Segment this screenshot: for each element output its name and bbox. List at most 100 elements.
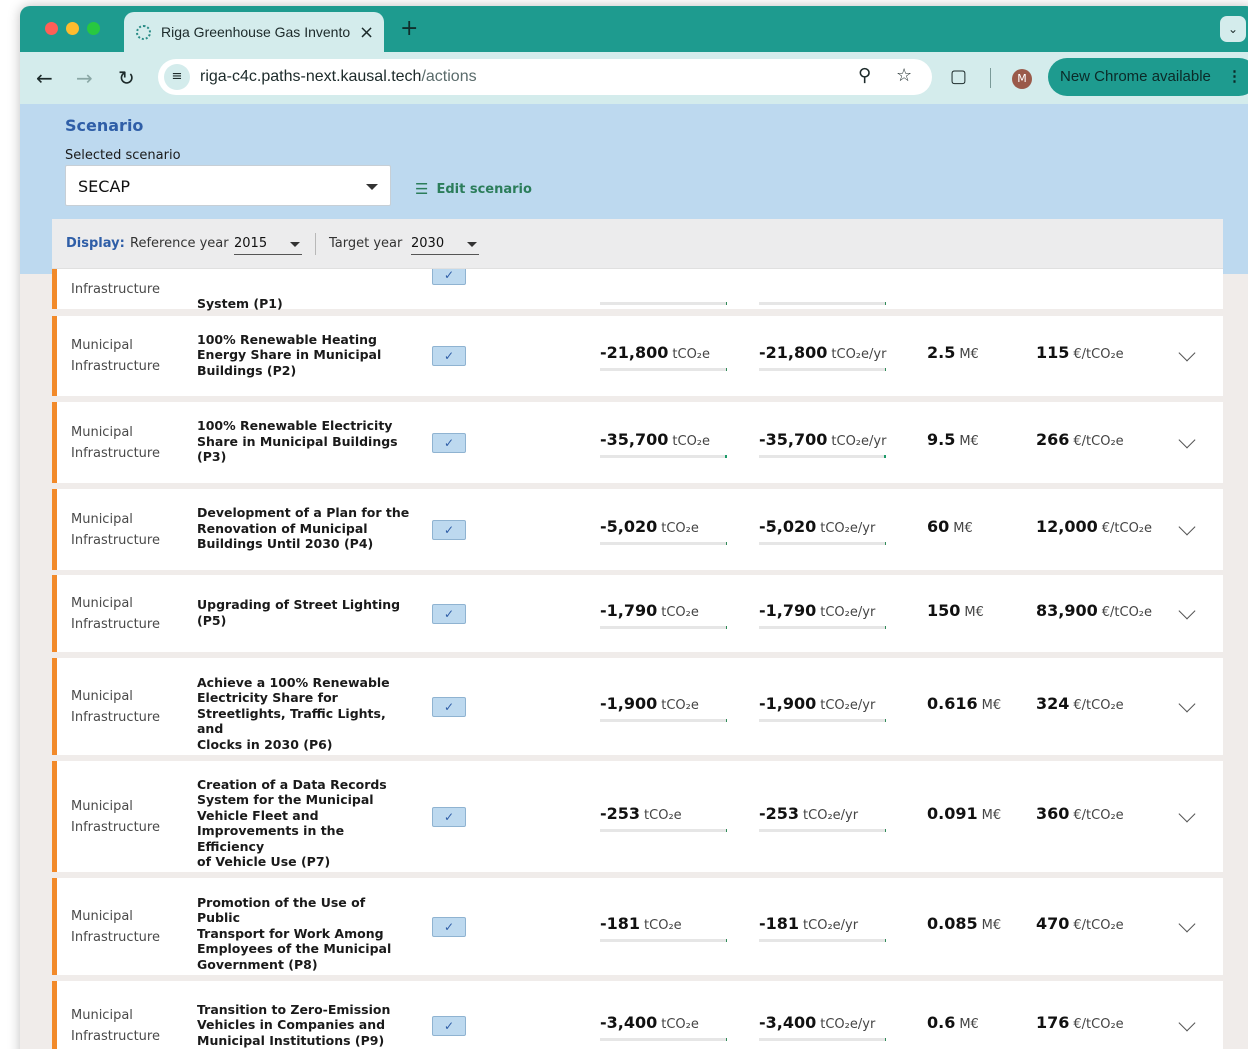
target-year-label: Target year — [329, 236, 403, 251]
action-name[interactable]: Upgrading of Street Lighting (P5) — [197, 597, 412, 628]
action-name[interactable]: 100% Renewable Heating Energy Share in Mu… — [197, 332, 412, 379]
action-enabled-checkbox[interactable]: ✓ — [432, 519, 466, 540]
zoom-window-button[interactable] — [87, 22, 100, 35]
action-name[interactable]: Creation of a Data Records System for the… — [197, 777, 412, 870]
new-tab-button[interactable]: + — [400, 16, 418, 41]
action-enabled-checkbox[interactable]: ✓ — [432, 1016, 466, 1036]
tab-riga[interactable]: Riga Greenhouse Gas Inventory × — [124, 12, 384, 52]
total-impact: -3,400 tCO₂e — [600, 1013, 699, 1032]
cost-unit: M€ — [981, 697, 1002, 713]
edit-scenario-button[interactable]: ☰ Edit scenario — [415, 180, 532, 198]
action-enabled-checkbox[interactable]: ✓ — [432, 269, 466, 285]
action-enabled-checkbox[interactable]: ✓ — [432, 806, 466, 827]
category-line: Infrastructure — [71, 819, 160, 835]
annual-impact-unit: tCO₂e/yr — [820, 697, 876, 713]
site-settings-icon[interactable]: ≡ — [164, 64, 190, 90]
impact-bar — [600, 828, 727, 832]
chevron-down-icon[interactable] — [1178, 1014, 1196, 1032]
cost-value: 0.616 — [927, 693, 978, 713]
target-year-select[interactable]: 2030 — [411, 229, 479, 255]
tab-search-button[interactable]: ⌄ — [1220, 16, 1246, 42]
reference-year-label: Reference year — [130, 236, 229, 251]
action-row[interactable]: Municipal Infrastructure Creation of a Dat… — [52, 761, 1223, 872]
minimize-window-button[interactable] — [66, 22, 79, 35]
action-enabled-checkbox[interactable]: ✓ — [432, 916, 466, 937]
annual-impact-bar-fill — [885, 625, 886, 629]
action-name[interactable]: Promotion of the Use of Public Transport … — [197, 895, 412, 973]
extensions-icon[interactable]: ▢ — [950, 66, 967, 87]
chevron-down-icon[interactable] — [1178, 344, 1196, 362]
total-impact: -253 tCO₂e — [600, 804, 682, 823]
action-row[interactable]: Municipal Infrastructure 100% Renewable He… — [52, 316, 1223, 396]
action-enabled-checkbox[interactable]: ✓ — [432, 696, 466, 717]
cost: 0.091 M€ — [927, 804, 1001, 823]
action-name[interactable]: Transition to Zero-Emission Vehicles in C… — [197, 1002, 412, 1049]
cost-value: 60 — [927, 516, 950, 536]
cost-efficiency-value: 12,000 — [1036, 516, 1098, 536]
profile-avatar[interactable]: M — [1012, 69, 1032, 89]
new-chrome-label: New Chrome available — [1060, 68, 1211, 85]
cost-efficiency-unit: €/tCO₂e — [1073, 697, 1124, 713]
action-row[interactable]: Municipal Infrastructure Transition to Zer… — [52, 981, 1223, 1049]
annual-impact-bar — [759, 541, 886, 545]
action-row[interactable]: Infrastructure System (P1) ✓ — [52, 269, 1223, 312]
close-window-button[interactable] — [45, 22, 58, 35]
annual-impact-unit: tCO₂e/yr — [803, 917, 859, 933]
action-name[interactable]: System (P1) — [197, 296, 412, 312]
annual-impact-bar — [759, 718, 886, 722]
total-impact-unit: tCO₂e — [661, 520, 699, 536]
action-row[interactable]: Municipal Infrastructure Development of a … — [52, 489, 1223, 570]
display-label: Display: — [66, 236, 125, 251]
action-enabled-checkbox[interactable]: ✓ — [432, 346, 466, 366]
scenario-select[interactable]: SECAP — [65, 165, 391, 206]
close-tab-icon[interactable]: × — [359, 22, 374, 43]
chrome-menu-icon[interactable]: ⋮ — [1227, 58, 1242, 96]
category-line: Municipal — [71, 798, 133, 814]
category-line: Infrastructure — [71, 282, 160, 297]
annual-impact-bar-fill — [885, 1038, 886, 1041]
action-name-line: Vehicle Fleet and — [197, 807, 319, 823]
action-name-line: Vehicles in Companies and — [197, 1017, 386, 1033]
display-divider — [315, 233, 316, 255]
action-row[interactable]: Municipal Infrastructure 100% Renewable El… — [52, 402, 1223, 483]
annual-impact-bar-fill — [885, 718, 886, 722]
cost-unit: M€ — [981, 917, 1002, 933]
action-row[interactable]: Municipal Infrastructure Promotion of the … — [52, 878, 1223, 975]
action-enabled-checkbox[interactable]: ✓ — [432, 603, 466, 624]
zoom-icon[interactable]: ⚲ — [858, 65, 871, 86]
chevron-down-icon[interactable] — [1178, 695, 1196, 712]
reload-icon[interactable]: ↻ — [118, 66, 135, 90]
url-text[interactable]: riga-c4c.paths-next.kausal.tech/actions — [200, 68, 477, 86]
impact-bar — [600, 541, 727, 545]
cost: 2.5 M€ — [927, 343, 979, 362]
action-name[interactable]: 100% Renewable Electricity Share in Munic… — [197, 418, 412, 465]
action-enabled-checkbox[interactable]: ✓ — [432, 432, 466, 453]
loading-icon — [136, 24, 151, 40]
chevron-down-icon[interactable] — [1178, 431, 1196, 448]
action-name-line: System (P1) — [197, 296, 283, 311]
annual-impact-unit: tCO₂e/yr — [831, 347, 887, 362]
cost-unit: M€ — [959, 1017, 979, 1032]
sliders-icon: ☰ — [415, 180, 429, 198]
action-name[interactable]: Development of a Plan for the Renovation … — [197, 505, 412, 552]
cost-efficiency-value: 266 — [1036, 429, 1070, 449]
cost: 0.616 M€ — [927, 694, 1001, 713]
action-row[interactable]: Municipal Infrastructure Achieve a 100% Re… — [52, 658, 1223, 755]
reference-year-select[interactable]: 2015 — [234, 229, 302, 255]
reference-year-value: 2015 — [234, 236, 268, 251]
new-chrome-button[interactable]: New Chrome available ⋮ — [1048, 58, 1248, 96]
cost-value: 2.5 — [927, 343, 956, 362]
forward-icon[interactable]: → — [76, 66, 93, 90]
chevron-down-icon[interactable] — [1178, 915, 1196, 932]
address-bar[interactable]: ≡ riga-c4c.paths-next.kausal.tech/action… — [158, 59, 932, 95]
action-category: Municipal Infrastructure — [71, 796, 181, 838]
action-row[interactable]: Municipal Infrastructure Upgrading of Stre… — [52, 575, 1223, 652]
chevron-down-icon[interactable] — [1178, 518, 1196, 535]
bookmark-star-icon[interactable]: ☆ — [896, 65, 912, 86]
chevron-down-icon[interactable] — [1178, 805, 1196, 822]
cost-efficiency: 83,900 €/tCO₂e — [1036, 601, 1152, 620]
chevron-down-icon[interactable] — [1178, 602, 1196, 619]
back-icon[interactable]: ← — [36, 66, 53, 90]
target-year-value: 2030 — [411, 236, 445, 251]
action-name[interactable]: Achieve a 100% Renewable Electricity Shar… — [197, 675, 412, 753]
